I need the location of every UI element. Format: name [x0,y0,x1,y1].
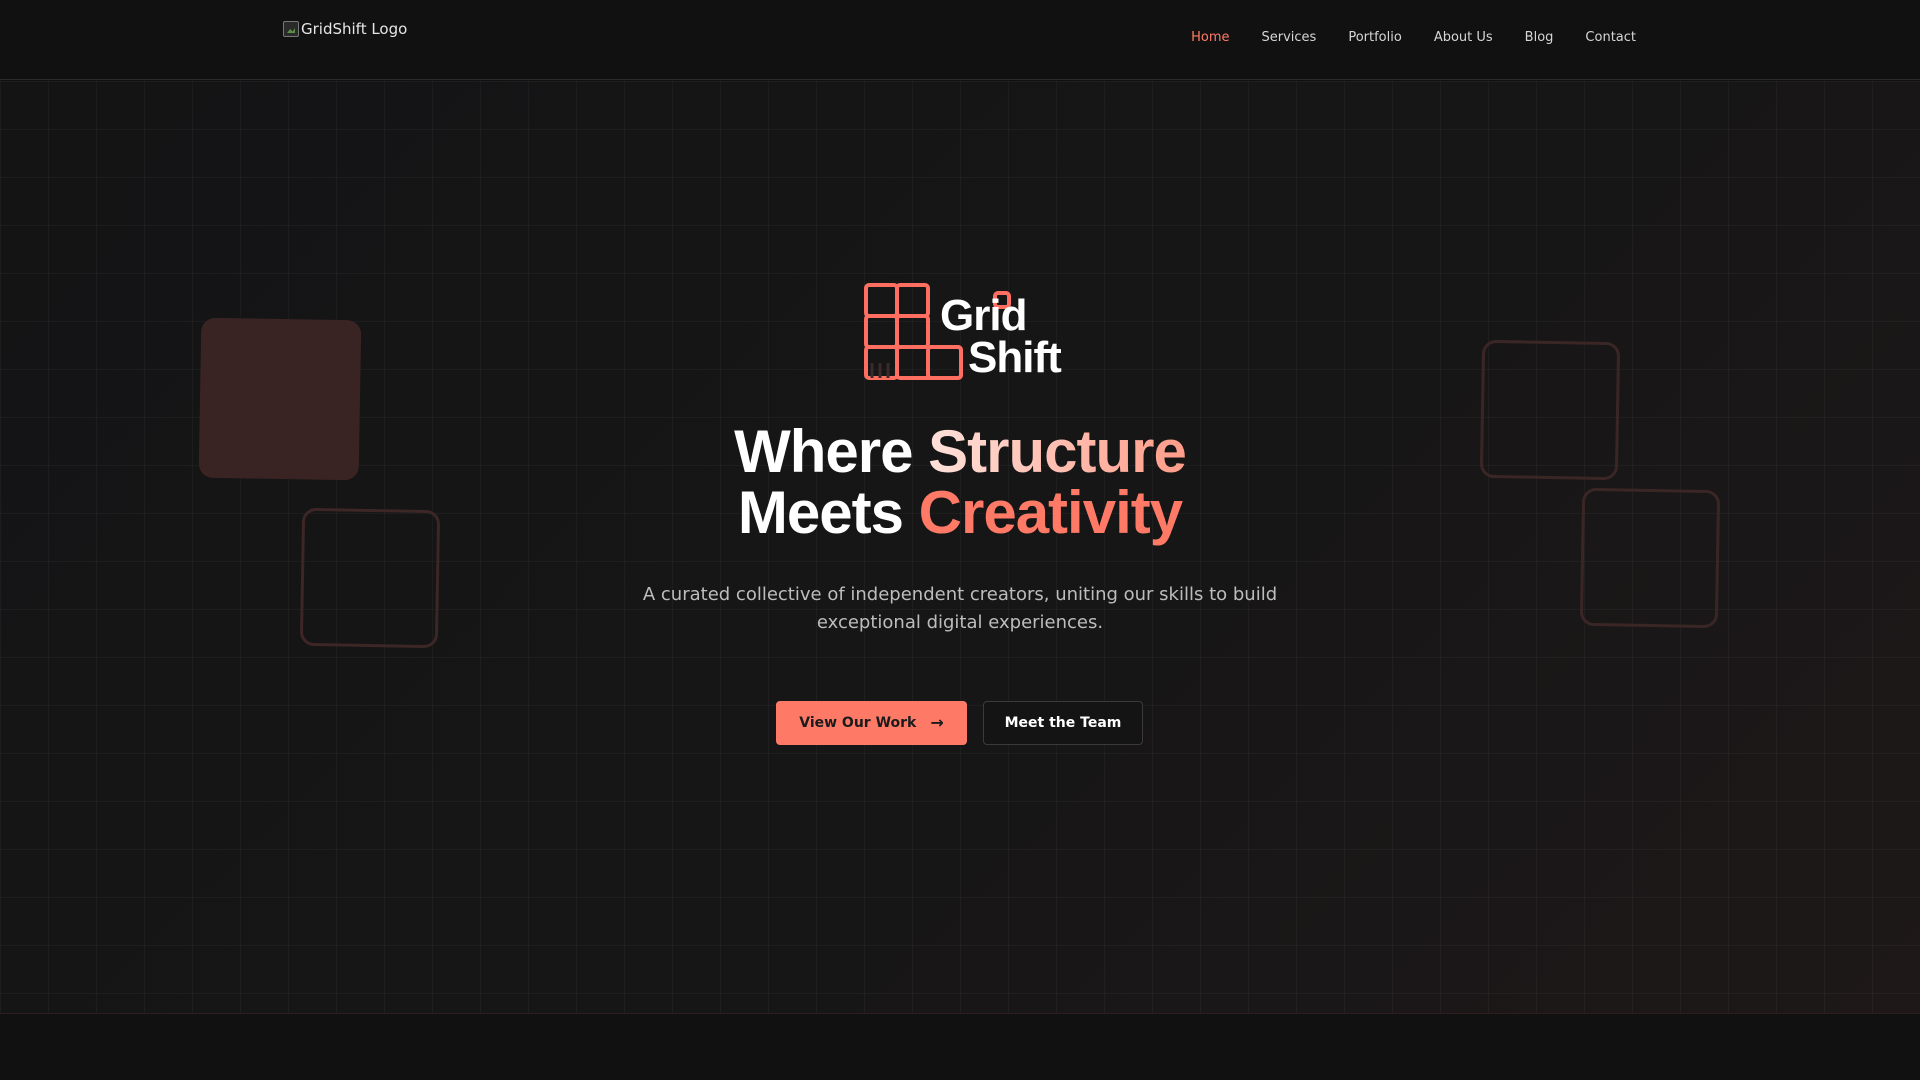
nav-portfolio[interactable]: Portfolio [1348,30,1401,45]
broken-image-icon [283,21,299,37]
brand-line-shift: Shift [968,333,1062,382]
meet-the-team-button[interactable]: Meet the Team [983,701,1143,745]
hero-headline: Where Structure Meets Creativity [0,421,1920,543]
logo-alt-text: GridShift Logo [301,20,408,38]
view-our-work-button[interactable]: View Our Work → [776,701,967,745]
headline-structure: Structure [928,418,1187,485]
arrow-right-icon: → [930,713,944,732]
view-our-work-label: View Our Work [799,715,917,731]
headline-creativity: Creativity [918,479,1183,546]
meet-the-team-label: Meet the Team [1004,715,1122,731]
site-logo-link[interactable]: GridShift Logo [283,20,407,38]
gridshift-brand-logo: Grid Shift [864,281,1074,391]
nav-contact[interactable]: Contact [1585,30,1636,45]
nav-home[interactable]: Home [1191,30,1229,45]
hero-subtitle: A curated collective of independent crea… [642,584,1278,633]
nav-blog[interactable]: Blog [1525,30,1554,45]
headline-where: Where [734,418,929,485]
site-header: GridShift Logo Home Services Portfolio A… [0,0,1920,80]
hero-section: Grid Shift Where Structure Meets Creativ… [0,81,1920,1014]
nav-services[interactable]: Services [1262,30,1317,45]
nav-about-us[interactable]: About Us [1434,30,1493,45]
brand-wordmark: Grid Shift [940,294,1062,382]
headline-meets: Meets [737,479,919,546]
main-nav: Home Services Portfolio About Us Blog Co… [1191,30,1636,45]
